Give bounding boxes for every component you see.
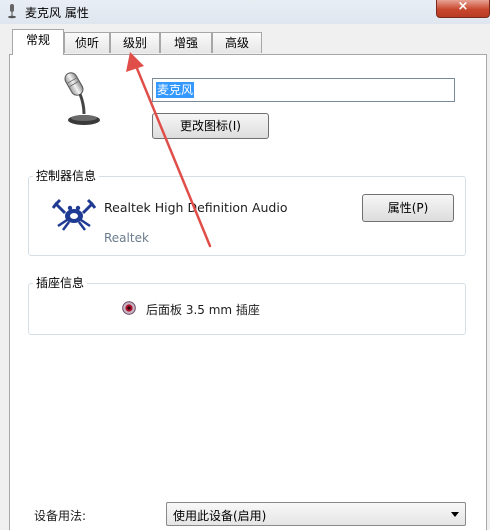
tab-general[interactable]: 常规 [12, 29, 64, 55]
tab-enhancements[interactable]: 增强 [160, 32, 212, 53]
tab-levels[interactable]: 级别 [110, 32, 160, 53]
microphone-icon [64, 72, 100, 125]
tab-advanced[interactable]: 高级 [212, 32, 262, 53]
audio-jack-icon [122, 301, 136, 315]
realtek-crab-icon [52, 198, 96, 231]
microphone-properties-window: 麦克风 属性 × 常规 侦听 级别 增强 高级 麦克风 更改图标(I) 控制器信… [0, 0, 490, 530]
controller-info-label: 控制器信息 [33, 167, 100, 184]
jack-description: 后面板 3.5 mm 插座 [146, 303, 260, 317]
change-icon-button[interactable]: 更改图标(I) [152, 113, 269, 139]
close-icon: × [457, 0, 469, 14]
window-title: 麦克风 属性 [25, 6, 89, 20]
jack-info-label: 插座信息 [33, 274, 88, 291]
chevron-down-icon [451, 512, 459, 517]
controller-name: Realtek High Definition Audio [104, 200, 288, 215]
device-usage-label: 设备用法: [34, 509, 87, 523]
device-name-input[interactable]: 麦克风 [152, 78, 455, 102]
device-usage-select[interactable]: 使用此设备(启用) [166, 502, 466, 526]
microphone-icon [8, 4, 16, 19]
tab-listen[interactable]: 侦听 [64, 32, 110, 53]
close-button[interactable]: × [436, 0, 490, 18]
title-bar[interactable]: 麦克风 属性 × [0, 0, 490, 24]
device-name-value: 麦克风 [156, 82, 195, 98]
device-usage-value: 使用此设备(启用) [173, 509, 267, 523]
controller-properties-button[interactable]: 属性(P) [362, 194, 454, 222]
controller-vendor: Realtek [104, 231, 149, 245]
